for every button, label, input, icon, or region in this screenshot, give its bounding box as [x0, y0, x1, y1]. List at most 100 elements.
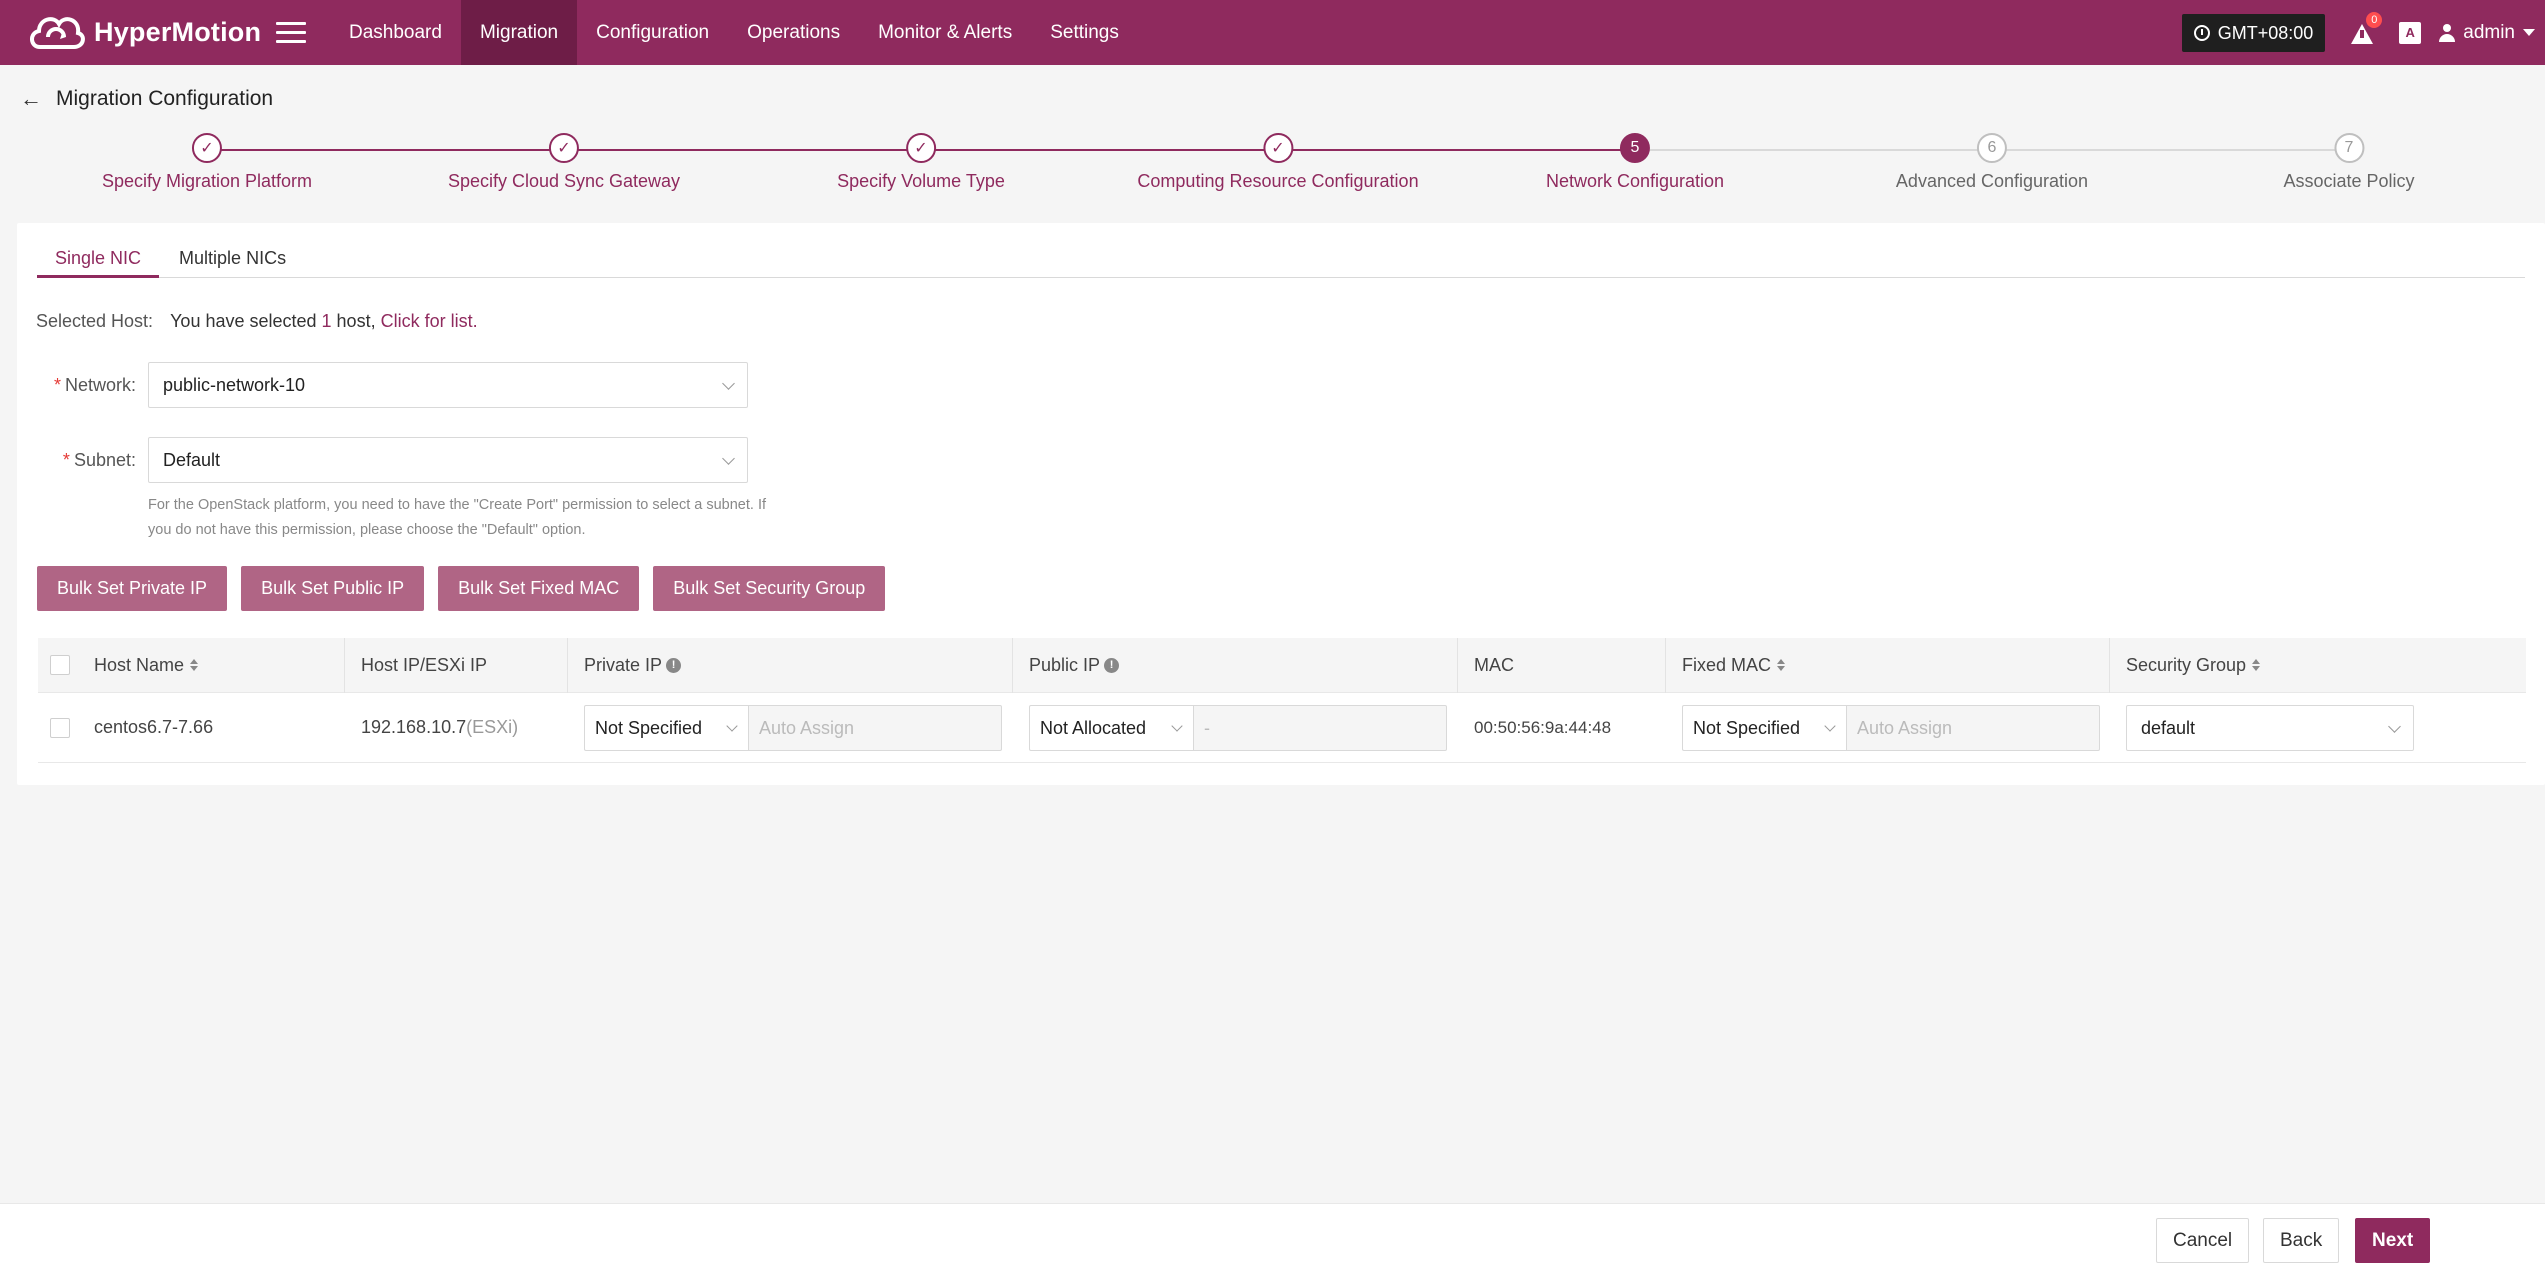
- footer-bar: Cancel Back Next: [0, 1203, 2545, 1269]
- page-title: Migration Configuration: [56, 87, 274, 110]
- top-navbar: HyperMotion Dashboard Migration Configur…: [0, 0, 2545, 65]
- cancel-button[interactable]: Cancel: [2156, 1218, 2250, 1263]
- back-button[interactable]: Back: [2263, 1218, 2340, 1263]
- step-specify-cloud-sync-gateway[interactable]: ✓ Specify Cloud Sync Gateway: [448, 133, 680, 192]
- nav-migration[interactable]: Migration: [460, 0, 578, 65]
- logo[interactable]: HyperMotion: [26, 7, 276, 59]
- chevron-down-icon: [726, 719, 738, 732]
- step-label: Advanced Configuration: [1895, 171, 2089, 191]
- nav-operations[interactable]: Operations: [728, 0, 859, 65]
- bulk-set-security-group-button[interactable]: Bulk Set Security Group: [653, 566, 886, 611]
- fixed-mac-cell: Not Specified Auto Assign: [1666, 693, 2110, 762]
- bulk-set-private-ip-button[interactable]: Bulk Set Private IP: [37, 566, 228, 611]
- cloud-logo-icon: [30, 16, 85, 49]
- public-ip-cell: Not Allocated -: [1013, 693, 1458, 762]
- tab-multiple-nics[interactable]: Multiple NICs: [161, 223, 304, 278]
- step-specify-migration-platform[interactable]: ✓ Specify Migration Platform: [102, 133, 312, 192]
- chevron-down-icon: [2388, 719, 2401, 733]
- info-icon[interactable]: !: [666, 657, 682, 673]
- step-label: Specify Volume Type: [837, 171, 1005, 191]
- chevron-down-icon: [1171, 719, 1183, 732]
- step-label: Associate Policy: [2283, 171, 2415, 191]
- sort-icon[interactable]: [190, 659, 199, 671]
- step-check-icon: ✓: [549, 133, 579, 163]
- th-private-ip: Private IP !: [568, 638, 1013, 693]
- hamburger-menu-icon[interactable]: [276, 22, 306, 43]
- step-associate-policy[interactable]: 7 Associate Policy: [2283, 133, 2415, 192]
- th-host-name[interactable]: Host Name: [78, 638, 345, 693]
- alert-count-badge: 0: [2366, 11, 2383, 28]
- private-ip-combo: Not Specified Auto Assign: [584, 704, 1002, 751]
- private-ip-cell: Not Specified Auto Assign: [568, 693, 1013, 762]
- subnet-hint: For the OpenStack platform, you need to …: [148, 497, 767, 538]
- timezone-display[interactable]: GMT+08:00: [2181, 13, 2326, 52]
- step-label: Computing Resource Configuration: [1137, 171, 1419, 191]
- subnet-label: * Subnet:: [29, 450, 148, 471]
- step-number: 7: [2334, 133, 2364, 163]
- nav-settings[interactable]: Settings: [1031, 0, 1138, 65]
- step-specify-volume-type[interactable]: ✓ Specify Volume Type: [837, 133, 1005, 192]
- chevron-down-icon: [2523, 29, 2535, 36]
- selected-host-prefix: You have selected: [170, 311, 322, 331]
- language-icon[interactable]: A: [2399, 21, 2422, 44]
- fixed-mac-input[interactable]: Auto Assign: [1846, 704, 2100, 751]
- security-group-cell: default: [2110, 693, 2526, 762]
- step-check-icon: ✓: [1263, 133, 1293, 163]
- next-button[interactable]: Next: [2355, 1218, 2431, 1263]
- alert-icon[interactable]: 0: [2351, 11, 2383, 44]
- step-label: Specify Migration Platform: [101, 171, 313, 191]
- th-mac: MAC: [1458, 638, 1666, 693]
- row-checkbox[interactable]: [50, 717, 70, 738]
- mac-cell: 00:50:56:9a:44:48: [1474, 717, 1612, 737]
- public-ip-input[interactable]: -: [1193, 704, 1447, 751]
- host-list-link[interactable]: Click for list: [381, 311, 473, 331]
- nav-monitor-alerts[interactable]: Monitor & Alerts: [859, 0, 1031, 65]
- fixed-mac-combo: Not Specified Auto Assign: [1682, 704, 2100, 751]
- info-icon[interactable]: !: [1104, 657, 1120, 673]
- host-ip-suffix: (ESXi): [466, 717, 519, 737]
- bulk-set-public-ip-button[interactable]: Bulk Set Public IP: [241, 566, 425, 611]
- table-header: Host Name Host IP/ESXi IP Private IP ! P…: [38, 638, 2526, 693]
- private-ip-input[interactable]: Auto Assign: [748, 704, 1002, 751]
- nav-configuration[interactable]: Configuration: [577, 0, 728, 65]
- step-advanced-configuration[interactable]: 6 Advanced Configuration: [1896, 133, 2088, 192]
- step-check-icon: ✓: [905, 133, 936, 163]
- th-host-ip: Host IP/ESXi IP: [345, 638, 568, 693]
- chevron-down-icon: [1824, 719, 1836, 732]
- timezone-label: GMT+08:00: [2217, 22, 2314, 43]
- security-group-select[interactable]: default: [2126, 704, 2414, 751]
- public-ip-mode-select[interactable]: Not Allocated: [1029, 704, 1193, 751]
- clock-icon: [2193, 24, 2210, 41]
- subnet-select[interactable]: Default: [148, 437, 748, 483]
- host-name-cell: centos6.7-7.66: [94, 717, 214, 737]
- step-check-icon: ✓: [191, 133, 222, 163]
- bulk-set-fixed-mac-button[interactable]: Bulk Set Fixed MAC: [438, 566, 640, 611]
- network-select[interactable]: public-network-10: [148, 362, 748, 408]
- subnet-value: Default: [163, 450, 221, 470]
- host-ip-value: 192.168.10.7: [361, 717, 467, 737]
- select-all-cell: [38, 638, 78, 692]
- select-all-checkbox[interactable]: [50, 655, 70, 675]
- public-ip-combo: Not Allocated -: [1029, 704, 1447, 751]
- th-security-group[interactable]: Security Group: [2110, 638, 2526, 692]
- th-fixed-mac[interactable]: Fixed MAC: [1666, 638, 2110, 693]
- user-icon: [2439, 23, 2456, 42]
- back-arrow-icon[interactable]: ←: [20, 86, 42, 112]
- network-row: * Network: public-network-10: [29, 362, 748, 408]
- sort-icon[interactable]: [1777, 659, 1786, 671]
- selected-host-count: 1: [321, 311, 332, 331]
- tab-single-nic[interactable]: Single NIC: [37, 223, 160, 278]
- fixed-mac-mode-select[interactable]: Not Specified: [1682, 704, 1846, 751]
- nav-dashboard[interactable]: Dashboard: [330, 0, 461, 65]
- required-mark: *: [53, 374, 61, 395]
- private-ip-mode-select[interactable]: Not Specified: [584, 704, 748, 751]
- host-network-table: Host Name Host IP/ESXi IP Private IP ! P…: [38, 638, 2526, 763]
- step-label: Specify Cloud Sync Gateway: [447, 171, 681, 191]
- nic-tabs: Single NIC Multiple NICs: [37, 223, 2525, 278]
- user-menu[interactable]: admin: [2439, 22, 2535, 44]
- chevron-down-icon: [722, 377, 735, 390]
- step-network-configuration[interactable]: 5 Network Configuration: [1546, 133, 1724, 192]
- selected-host-info: Selected Host: You have selected 1 host,…: [36, 311, 478, 332]
- sort-icon[interactable]: [2252, 659, 2261, 671]
- step-computing-resource-configuration[interactable]: ✓ Computing Resource Configuration: [1137, 133, 1419, 192]
